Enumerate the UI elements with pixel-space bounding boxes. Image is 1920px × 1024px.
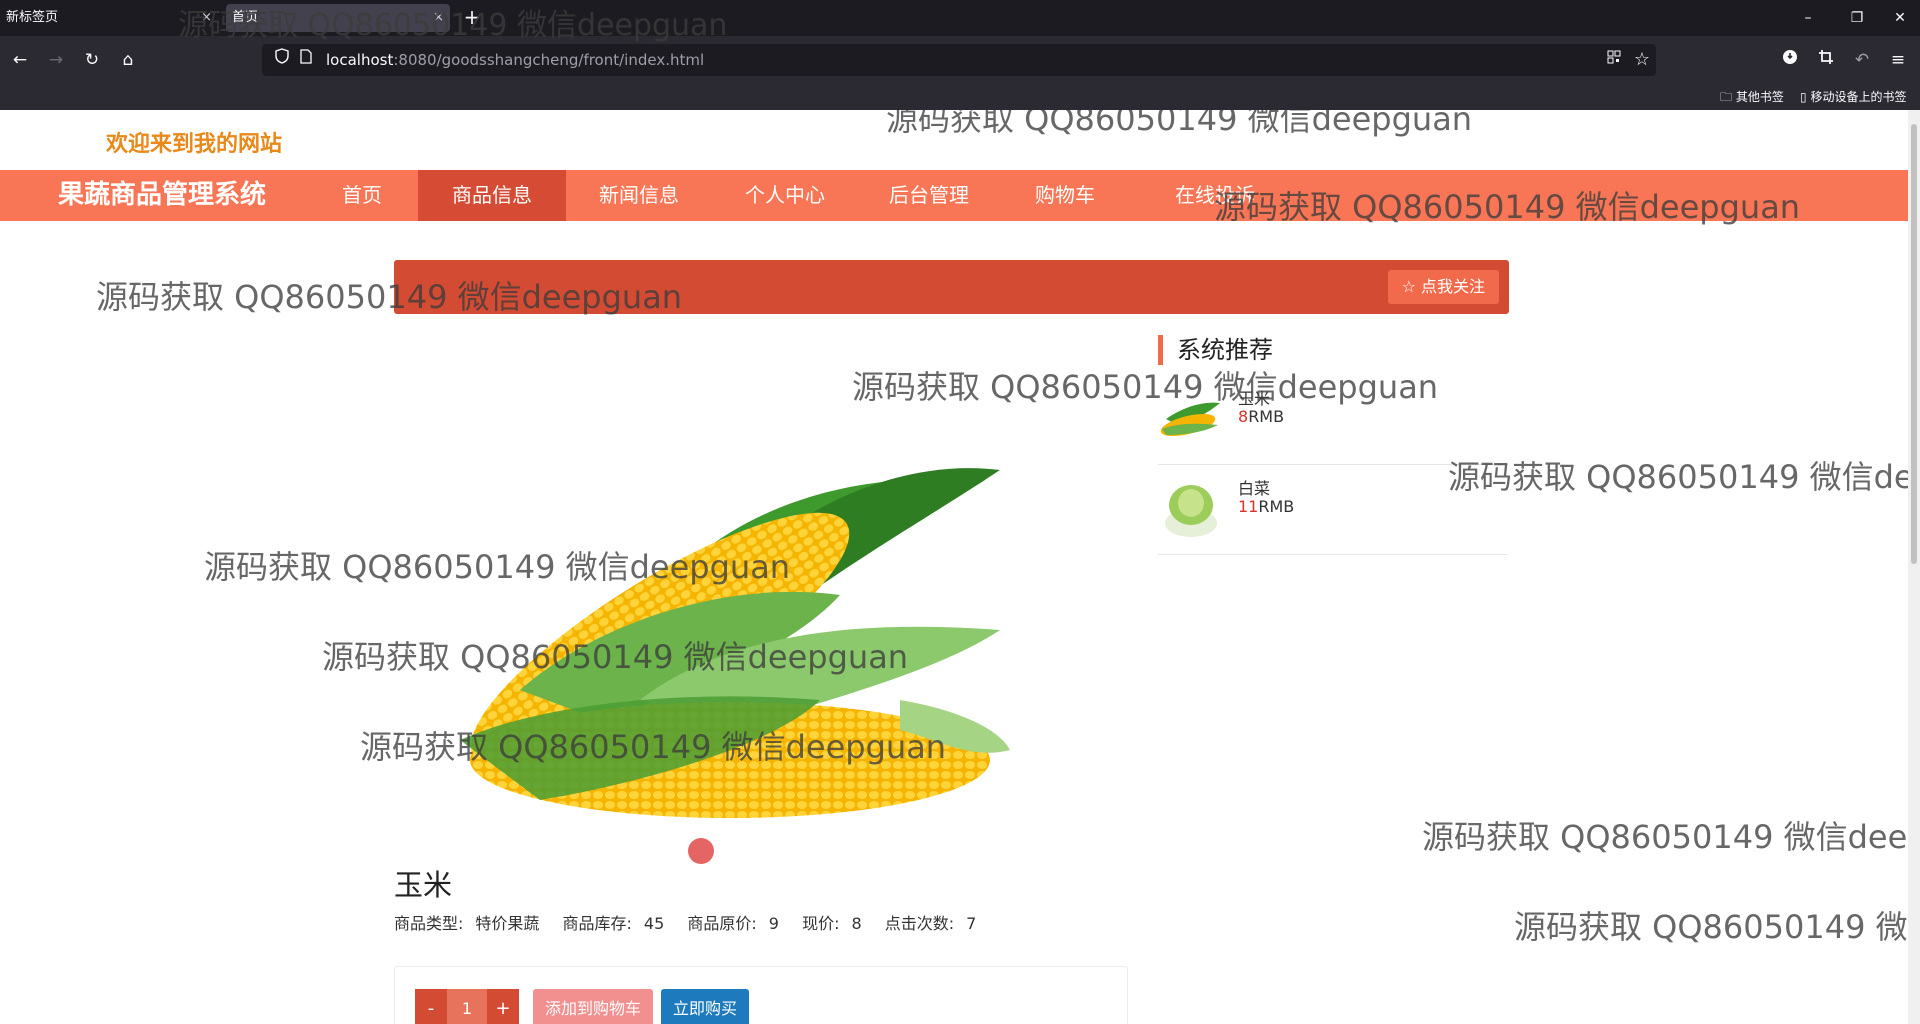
tab-close-icon[interactable]: × (433, 4, 444, 32)
meta-label: 点击次数: (884, 914, 955, 933)
watermark: 源码获取 QQ86050149 微信deepguan (1448, 458, 1908, 496)
tab-close-icon[interactable]: × (201, 4, 212, 32)
meta-value: 特价果蔬 (475, 914, 540, 933)
recommend-title: 系统推荐 (1158, 335, 1273, 365)
quantity-input[interactable]: 1 (447, 989, 487, 1024)
corn-thumbnail[interactable] (1158, 389, 1224, 449)
product-image (460, 468, 1010, 818)
product-meta: 商品类型: 特价果蔬 商品库存: 45 商品原价: 9 现价: 8 点击次数: 7 (394, 910, 994, 934)
bookmarks-bar: 🗀 其他书签 ▯ 移动设备上的书签 (0, 84, 1920, 110)
cabbage-thumbnail[interactable] (1158, 479, 1224, 539)
main-nav: 果蔬商品管理系统 首页 商品信息 新闻信息 个人中心 后台管理 购物车 在线投诉 (0, 170, 1908, 221)
buy-now-button[interactable]: 立即购买 (661, 989, 750, 1024)
address-bar[interactable]: localhost:8080/goodsshangcheng/front/ind… (262, 44, 1656, 76)
bookmark-folder-other[interactable]: 🗀 其他书签 (1720, 88, 1784, 106)
url-host: localhost (326, 51, 394, 69)
recommend-price: 11RMB (1238, 497, 1295, 516)
scrollbar-thumb[interactable] (1911, 124, 1917, 564)
forward-icon[interactable]: → (44, 48, 68, 72)
meta-value: 7 (966, 914, 977, 933)
close-window-button[interactable]: ✕ (1888, 6, 1912, 30)
new-tab-button[interactable]: + (458, 4, 486, 32)
product-name: 玉米 (394, 868, 453, 902)
welcome-text: 欢迎来到我的网站 (106, 132, 283, 157)
tab-home[interactable]: 首页 × (226, 4, 450, 32)
bookmark-label: 移动设备上的书签 (1810, 90, 1907, 104)
page-icon[interactable] (294, 48, 318, 72)
quantity-increase-button[interactable]: + (487, 989, 519, 1024)
tab-label: 新标签页 (6, 10, 59, 25)
recommend-price: 8RMB (1238, 407, 1285, 426)
nav-profile[interactable]: 个人中心 (712, 170, 858, 221)
minimize-button[interactable]: – (1796, 6, 1820, 30)
tab-new-tab[interactable]: 新标签页 × (0, 4, 218, 32)
watermark: 源码获取 QQ86050149 微信deepguan (1422, 818, 1908, 856)
extension-icon[interactable] (1778, 48, 1802, 72)
reload-icon[interactable]: ↻ (80, 48, 104, 72)
meta-value: 9 (768, 914, 779, 933)
nav-cart[interactable]: 购物车 (1000, 170, 1130, 221)
meta-value: 45 (643, 914, 665, 933)
bookmark-folder-mobile[interactable]: ▯ 移动设备上的书签 (1800, 88, 1906, 106)
add-to-cart-button[interactable]: 添加到购物车 (533, 989, 654, 1024)
product-title-bar: ☆ 点我关注 (394, 260, 1509, 314)
page-scrollbar[interactable] (1908, 110, 1920, 1024)
crop-icon[interactable] (1814, 48, 1838, 72)
watermark: 源码获取 QQ86050149 微信deepguan (1514, 908, 1908, 946)
recommend-name[interactable]: 玉米 (1238, 385, 1270, 409)
meta-label: 现价: (802, 914, 840, 933)
page-content: 欢迎来到我的网站 果蔬商品管理系统 首页 商品信息 新闻信息 个人中心 后台管理… (0, 110, 1908, 1024)
bookmark-label: 其他书签 (1735, 90, 1784, 104)
meta-value: 8 (851, 914, 862, 933)
qr-code-icon[interactable] (1602, 48, 1626, 72)
nav-admin[interactable]: 后台管理 (858, 170, 1000, 221)
mobile-icon: ▯ (1800, 90, 1807, 104)
quantity-decrease-button[interactable]: - (415, 989, 447, 1024)
browser-tab-bar: 新标签页 × 首页 × + – ❐ ✕ (0, 0, 1920, 36)
nav-products[interactable]: 商品信息 (418, 170, 566, 221)
meta-label: 商品类型: (394, 914, 464, 933)
purchase-box: - 1 + 添加到购物车 立即购买 (394, 966, 1128, 1024)
nav-home[interactable]: 首页 (312, 170, 412, 221)
url-path: :8080/goodsshangcheng/front/index.html (393, 51, 705, 69)
cursor-highlight (688, 838, 714, 864)
recommend-name[interactable]: 白菜 (1238, 475, 1270, 499)
watermark: 源码获取 QQ86050149 微信deepguan (886, 110, 1473, 138)
restore-button[interactable]: ❐ (1845, 6, 1869, 30)
follow-button[interactable]: ☆ 点我关注 (1387, 270, 1499, 304)
shield-icon[interactable] (270, 48, 294, 72)
nav-complaint[interactable]: 在线投诉 (1140, 170, 1290, 221)
nav-news[interactable]: 新闻信息 (566, 170, 712, 221)
home-icon[interactable]: ⌂ (116, 48, 140, 72)
recommend-item[interactable]: 白菜 11RMB (1158, 465, 1508, 555)
meta-label: 商品库存: (562, 914, 632, 933)
tab-label: 首页 (232, 10, 259, 25)
browser-toolbar: ← → ↻ ⌂ localhost:8080/goodsshangcheng/f… (0, 36, 1920, 84)
undo-icon[interactable]: ↶ (1850, 48, 1874, 72)
recommend-item[interactable]: 玉米 8RMB (1158, 375, 1508, 465)
menu-icon[interactable]: ≡ (1886, 48, 1910, 72)
meta-label: 商品原价: (687, 914, 757, 933)
site-brand[interactable]: 果蔬商品管理系统 (58, 170, 266, 221)
bookmark-star-icon[interactable]: ☆ (1630, 48, 1654, 72)
url-text[interactable]: localhost:8080/goodsshangcheng/front/ind… (326, 44, 704, 76)
folder-icon: 🗀 (1720, 90, 1733, 104)
back-icon[interactable]: ← (8, 48, 32, 72)
